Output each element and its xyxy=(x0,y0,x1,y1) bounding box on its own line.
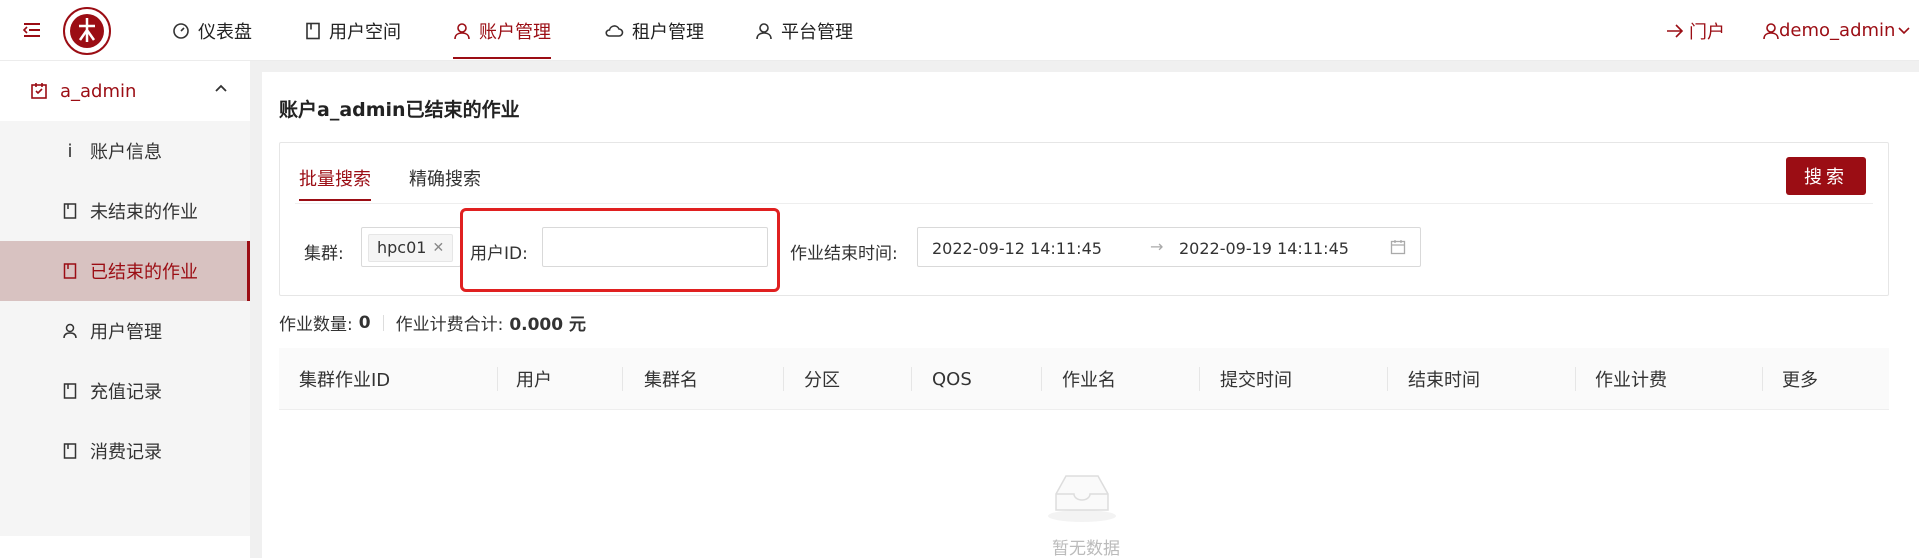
sidebar-item-label: 未结束的作业 xyxy=(90,202,198,223)
column-header[interactable]: 作业名 xyxy=(1062,348,1116,410)
stats-divider xyxy=(382,314,384,331)
info-icon: i xyxy=(67,140,73,162)
nav-platform-management[interactable]: 平台管理 xyxy=(755,0,853,61)
nav-tenant-management[interactable]: 租户管理 xyxy=(604,0,704,61)
nav-dashboard-label: 仪表盘 xyxy=(198,21,252,43)
column-header[interactable]: QOS xyxy=(932,348,972,410)
sidebar-item-finished-jobs[interactable]: 已结束的作业 xyxy=(0,241,250,301)
sidebar-item-consumption-records[interactable]: 消费记录 xyxy=(0,421,250,481)
top-header: 仪表盘 用户空间 账户管理 租户管理 平台管理 门户 demo_admin xyxy=(0,0,1919,61)
column-divider xyxy=(622,367,623,391)
sidebar-item-label: 账户信息 xyxy=(90,142,162,163)
empty-inbox-icon xyxy=(1048,475,1116,522)
cluster-label: 集群: xyxy=(304,244,344,264)
user-icon xyxy=(756,22,772,39)
column-header[interactable]: 更多 xyxy=(1782,348,1818,410)
tab-exact-search[interactable]: 精确搜索 xyxy=(409,165,481,191)
chevron-down-icon xyxy=(1898,26,1911,34)
column-divider xyxy=(1575,367,1576,391)
sidebar-item-label: 已结束的作业 xyxy=(90,262,198,283)
column-divider xyxy=(1762,367,1763,391)
sidebar-item-label: 用户管理 xyxy=(90,322,162,343)
university-logo[interactable] xyxy=(62,6,112,56)
column-header[interactable]: 集群名 xyxy=(644,348,698,410)
search-button[interactable]: 搜索 xyxy=(1786,157,1866,195)
range-start-date[interactable]: 2022-09-12 14:11:45 xyxy=(932,239,1102,258)
sidebar-item-label: 充值记录 xyxy=(90,382,162,403)
column-header[interactable]: 结束时间 xyxy=(1408,348,1480,410)
end-time-range-picker[interactable]: 2022-09-12 14:11:45 → 2022-09-19 14:11:4… xyxy=(917,227,1421,267)
column-header[interactable]: 分区 xyxy=(804,348,840,410)
search-panel: 批量搜索 精确搜索 搜索 集群: hpc01 ✕ 用户ID: 作业结束时间: 2… xyxy=(279,142,1889,296)
column-divider xyxy=(783,367,784,391)
portal-label: 门户 xyxy=(1689,21,1725,43)
book-icon xyxy=(306,22,320,39)
close-icon[interactable]: ✕ xyxy=(432,235,444,261)
sidebar-item-recharge-records[interactable]: 充值记录 xyxy=(0,361,250,421)
column-divider xyxy=(1199,367,1200,391)
column-divider xyxy=(497,367,498,391)
nav-user-space-label: 用户空间 xyxy=(329,21,401,43)
column-divider xyxy=(1387,367,1388,391)
user-icon xyxy=(62,323,78,339)
cluster-select[interactable]: hpc01 ✕ xyxy=(361,227,461,267)
nav-platform-management-label: 平台管理 xyxy=(781,21,853,43)
sidebar-item-label: 消费记录 xyxy=(90,442,162,463)
sidebar-submenu: i 账户信息 未结束的作业 已结束的作业 用户管理 充值记录 消费记录 xyxy=(0,121,250,536)
column-header[interactable]: 提交时间 xyxy=(1220,348,1292,410)
sidebar-group-label: a_admin xyxy=(60,80,137,102)
cluster-tag-label: hpc01 xyxy=(377,238,427,257)
job-count-label: 作业数量: xyxy=(279,315,353,335)
empty-state-text: 暂无数据 xyxy=(1052,539,1120,558)
job-count-value: 0 xyxy=(358,312,371,333)
range-end-date[interactable]: 2022-09-19 14:11:45 xyxy=(1179,239,1349,258)
nav-user-space[interactable]: 用户空间 xyxy=(305,0,401,61)
tab-divider xyxy=(295,203,1873,204)
nav-account-management[interactable]: 账户管理 xyxy=(453,0,551,61)
nav-dashboard[interactable]: 仪表盘 xyxy=(172,0,252,61)
sidebar-item-running-jobs[interactable]: 未结束的作业 xyxy=(0,181,250,241)
user-id-label: 用户ID: xyxy=(470,244,528,264)
sidebar-item-account-info[interactable]: i 账户信息 xyxy=(0,121,250,181)
jobs-table-header: 集群作业ID 用户 集群名 分区 QOS 作业名 提交时间 结束时间 作业计费 … xyxy=(279,348,1889,410)
column-divider xyxy=(1041,367,1042,391)
arrow-right-icon: → xyxy=(1150,237,1164,256)
page-title: 账户a_admin已结束的作业 xyxy=(279,99,520,121)
calendar-icon xyxy=(31,83,47,99)
sidebar-item-user-management[interactable]: 用户管理 xyxy=(0,301,250,361)
calendar-icon xyxy=(1390,240,1406,255)
sidebar-group-a-admin[interactable]: a_admin xyxy=(0,61,250,121)
job-fee-label: 作业计费合计: xyxy=(395,315,504,335)
column-header[interactable]: 集群作业ID xyxy=(299,348,390,410)
nav-account-management-label: 账户管理 xyxy=(479,21,551,43)
book-icon xyxy=(62,383,78,399)
column-header[interactable]: 用户 xyxy=(516,348,552,410)
user-menu[interactable]: demo_admin xyxy=(1763,0,1911,61)
cloud-icon xyxy=(605,24,624,37)
user-name: demo_admin xyxy=(1779,20,1896,41)
book-icon xyxy=(62,443,78,459)
chevron-up-icon[interactable] xyxy=(214,83,228,93)
sidebar: a_admin i 账户信息 未结束的作业 已结束的作业 用户管理 充值记录 消… xyxy=(0,61,250,558)
main-content: 账户a_admin已结束的作业 批量搜索 精确搜索 搜索 集群: hpc01 ✕… xyxy=(262,72,1919,558)
user-icon xyxy=(454,22,470,39)
job-stats: 作业数量: 0 作业计费合计: 0.000 元 xyxy=(279,310,594,336)
cluster-tag: hpc01 ✕ xyxy=(368,234,454,262)
user-id-input[interactable] xyxy=(542,227,768,267)
dashboard-icon xyxy=(173,22,189,39)
column-divider xyxy=(911,367,912,391)
arrow-right-icon xyxy=(1667,23,1684,38)
book-icon xyxy=(62,263,78,279)
menu-fold-icon[interactable] xyxy=(22,20,42,40)
tab-batch-search[interactable]: 批量搜索 xyxy=(299,165,371,201)
nav-tenant-management-label: 租户管理 xyxy=(632,21,704,43)
portal-link[interactable]: 门户 xyxy=(1665,0,1725,61)
column-header[interactable]: 作业计费 xyxy=(1595,348,1667,410)
end-time-label: 作业结束时间: xyxy=(790,244,898,264)
user-icon xyxy=(1763,22,1779,39)
job-fee-value: 0.000 元 xyxy=(509,315,587,335)
book-icon xyxy=(62,203,78,219)
